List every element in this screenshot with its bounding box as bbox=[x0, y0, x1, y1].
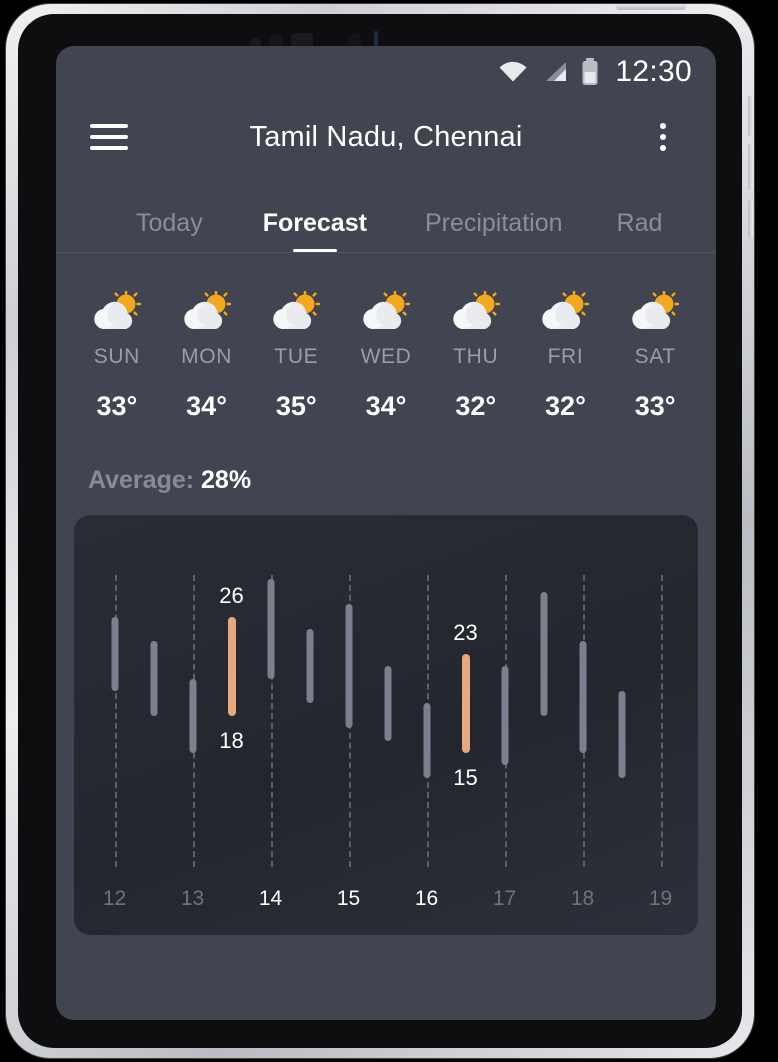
chart-x-tick-label: 15 bbox=[336, 887, 361, 910]
wifi-icon bbox=[498, 60, 528, 84]
power-button[interactable] bbox=[748, 200, 753, 238]
chart-bar[interactable] bbox=[384, 666, 392, 741]
sun-behind-cloud-icon bbox=[89, 290, 145, 333]
tablet-screen: 12:30 Tamil Nadu, Chennai Today Forecast… bbox=[56, 46, 716, 1020]
chart-bar-high-label: 26 bbox=[219, 582, 244, 608]
sun-behind-cloud-icon bbox=[358, 290, 414, 333]
sun-behind-cloud-icon bbox=[179, 290, 235, 333]
tab-today[interactable]: Today bbox=[62, 209, 203, 252]
chart-bar[interactable] bbox=[540, 591, 548, 716]
tab-today-label: Today bbox=[136, 209, 203, 237]
average-row: Average: 28% bbox=[56, 422, 716, 495]
day-forecast-item[interactable]: SUN 33° bbox=[72, 290, 162, 422]
hamburger-menu-icon[interactable] bbox=[90, 124, 128, 150]
tab-precipitation[interactable]: Precipitation bbox=[425, 209, 563, 252]
average-value: 28% bbox=[201, 466, 252, 494]
app-bar: Tamil Nadu, Chennai bbox=[56, 98, 716, 176]
chart-bar-low-label: 18 bbox=[219, 727, 244, 753]
chart-bar[interactable] bbox=[501, 666, 509, 766]
chart-x-tick-label: 16 bbox=[414, 887, 439, 910]
page-title: Tamil Nadu, Chennai bbox=[249, 120, 523, 153]
sun-behind-cloud-icon bbox=[627, 290, 683, 333]
chart-gridline bbox=[660, 575, 663, 867]
day-forecast-item[interactable]: MON 34° bbox=[162, 290, 252, 422]
sun-behind-cloud-icon bbox=[537, 290, 593, 333]
day-temperature-label: 34° bbox=[186, 391, 227, 421]
chart-x-tick-label: 18 bbox=[570, 887, 595, 910]
tab-forecast[interactable]: Forecast bbox=[263, 209, 367, 252]
device-bezel: 12:30 Tamil Nadu, Chennai Today Forecast… bbox=[18, 14, 742, 1048]
chart-bar[interactable] bbox=[423, 703, 431, 778]
day-name-label: FRI bbox=[547, 345, 584, 368]
day-temperature-label: 33° bbox=[634, 391, 676, 421]
chart-bar[interactable] bbox=[579, 641, 587, 753]
tab-forecast-label: Forecast bbox=[262, 209, 367, 237]
day-name-label: SAT bbox=[634, 345, 676, 368]
day-name-label: SUN bbox=[93, 345, 140, 368]
chart-bar-highlighted[interactable] bbox=[461, 653, 470, 753]
day-name-label: THU bbox=[453, 345, 499, 368]
chart-x-axis: 12 13 14 15 16 17 18 19 bbox=[74, 887, 698, 917]
day-temperature-label: 33° bbox=[96, 391, 138, 421]
chart-x-tick-label: 17 bbox=[492, 887, 517, 910]
chart-bar-low-label: 15 bbox=[453, 765, 478, 790]
chart-bar[interactable] bbox=[189, 678, 197, 753]
day-forecast-item[interactable]: SAT 33° bbox=[610, 290, 700, 422]
chart-plot-area: 26 18 23 15 bbox=[74, 515, 698, 875]
top-edge-button[interactable] bbox=[616, 4, 686, 10]
day-temperature-label: 34° bbox=[365, 391, 407, 421]
day-forecast-item[interactable]: WED 34° bbox=[341, 290, 431, 422]
average-label: Average: bbox=[88, 466, 195, 494]
sun-behind-cloud-icon bbox=[268, 290, 324, 333]
volume-down-button[interactable] bbox=[748, 144, 753, 190]
tablet-device-frame: 12:30 Tamil Nadu, Chennai Today Forecast… bbox=[6, 4, 754, 1058]
chart-x-tick-label: 14 bbox=[258, 887, 283, 910]
chart-bar[interactable] bbox=[618, 691, 626, 778]
day-name-label: WED bbox=[360, 345, 412, 368]
sun-behind-cloud-icon bbox=[448, 290, 504, 333]
chart-bar-high-label: 23 bbox=[453, 619, 478, 645]
day-temperature-label: 35° bbox=[275, 391, 317, 421]
tab-underline bbox=[292, 249, 337, 252]
chart-bar[interactable] bbox=[267, 579, 275, 679]
battery-icon bbox=[581, 58, 599, 86]
chart-bar-highlighted[interactable] bbox=[227, 616, 236, 716]
day-forecast-item[interactable]: TUE 35° bbox=[251, 290, 341, 422]
chart-bar[interactable] bbox=[111, 616, 119, 691]
chart-x-tick-label: 12 bbox=[102, 887, 127, 910]
day-name-label: TUE bbox=[274, 345, 319, 368]
chart-bar[interactable] bbox=[345, 604, 353, 729]
daily-forecast-strip: SUN 33° MON 34° TUE 35° WED 34° THU 32° … bbox=[56, 253, 716, 422]
day-temperature-label: 32° bbox=[455, 391, 497, 421]
chart-bar[interactable] bbox=[150, 641, 158, 716]
more-vertical-icon[interactable] bbox=[644, 123, 682, 151]
chart-x-tick-label: 19 bbox=[648, 887, 673, 910]
cellular-signal-icon bbox=[541, 60, 568, 84]
day-temperature-label: 32° bbox=[545, 391, 586, 421]
day-forecast-item[interactable]: FRI 32° bbox=[521, 290, 611, 422]
tab-radar[interactable]: Rad bbox=[617, 209, 663, 252]
tab-precipitation-label: Precipitation bbox=[424, 209, 563, 237]
status-bar: 12:30 bbox=[56, 46, 716, 98]
tab-radar-label: Rad bbox=[616, 209, 663, 237]
chart-x-tick-label: 13 bbox=[180, 887, 205, 910]
status-bar-clock: 12:30 bbox=[615, 55, 692, 88]
chart-bar[interactable] bbox=[306, 629, 314, 704]
day-forecast-item[interactable]: THU 32° bbox=[431, 290, 521, 422]
temperature-range-chart[interactable]: 26 18 23 15 12 13 14 15 16 17 18 19 bbox=[74, 515, 698, 935]
tab-bar: Today Forecast Precipitation Rad bbox=[56, 176, 716, 253]
volume-up-button[interactable] bbox=[748, 96, 753, 136]
day-name-label: MON bbox=[181, 345, 232, 368]
